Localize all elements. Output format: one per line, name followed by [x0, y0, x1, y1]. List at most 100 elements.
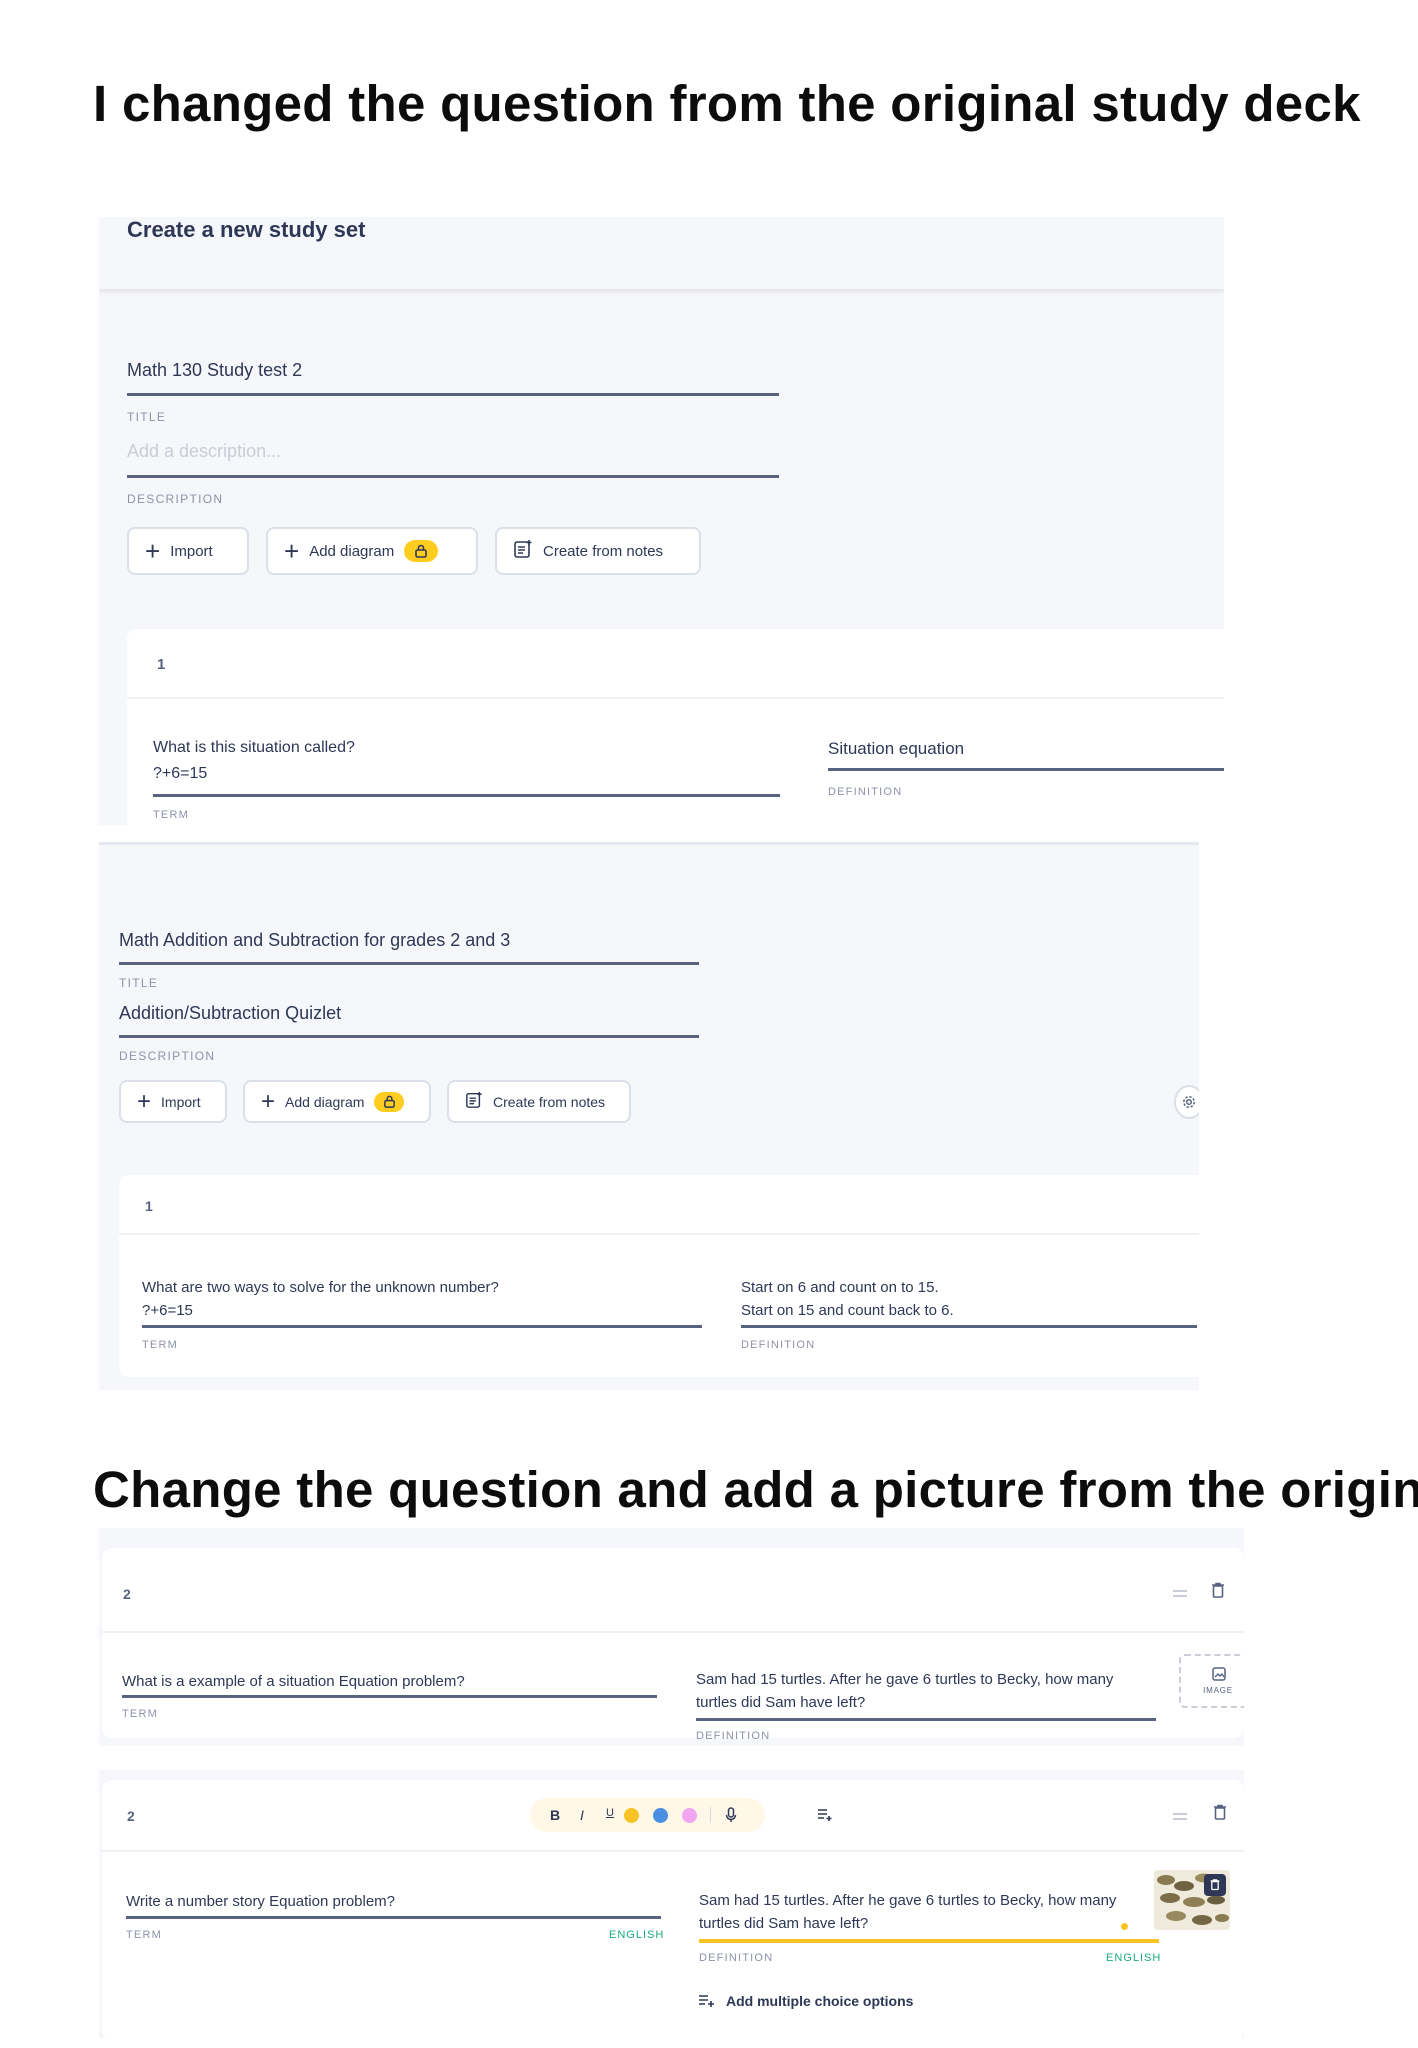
notes-icon — [465, 1091, 483, 1112]
card-divider — [102, 1850, 1244, 1852]
title-input[interactable]: Math 130 Study test 2 — [127, 360, 302, 381]
term-card-1: 1 What are two ways to solve for the unk… — [119, 1175, 1199, 1377]
image-upload-button[interactable]: IMAGE — [1179, 1654, 1244, 1708]
trash-icon[interactable] — [1211, 1582, 1225, 1603]
add-list-icon — [699, 1995, 714, 2007]
title-input[interactable]: Math Addition and Subtraction for grades… — [119, 930, 510, 951]
drag-handle-icon[interactable] — [1173, 1813, 1187, 1815]
create-set-header: Create a new study set — [99, 217, 1224, 289]
term-label: TERM — [126, 1929, 162, 1941]
description-label: DESCRIPTION — [119, 1049, 216, 1063]
image-icon — [1212, 1667, 1226, 1681]
underline-button[interactable]: U — [606, 1807, 614, 1819]
definition-line-1[interactable]: Sam had 15 turtles. After he gave 6 turt… — [696, 1671, 1113, 1688]
gear-icon — [1183, 1096, 1195, 1108]
screenshot-card-2-original: 2 What is a example of a situation Equat… — [99, 1528, 1244, 1746]
definition-line-2[interactable]: turtles did Sam have left? — [699, 1915, 868, 1932]
definition-underline-active — [699, 1939, 1159, 1943]
lock-icon — [404, 540, 439, 562]
definition-label: DEFINITION — [828, 786, 903, 798]
list-options-icon[interactable] — [817, 1808, 833, 1822]
card-number: 1 — [145, 1198, 153, 1214]
plus-icon: + — [137, 1087, 152, 1115]
formatting-toolbar: B I U — [530, 1798, 765, 1832]
definition-text[interactable]: Situation equation — [828, 739, 964, 759]
heading-add-picture: Change the question and add a picture fr… — [93, 1461, 1418, 1518]
turtles-image[interactable] — [1154, 1870, 1230, 1930]
plus-icon: + — [284, 536, 300, 566]
add-multiple-choice-label: Add multiple choice options — [726, 1993, 914, 2009]
definition-label: DEFINITION — [741, 1339, 816, 1351]
trash-icon — [1210, 1879, 1220, 1891]
term-label: TERM — [122, 1708, 158, 1720]
image-label: IMAGE — [1203, 1686, 1233, 1695]
definition-label: DEFINITION — [696, 1730, 771, 1742]
add-diagram-label: Add diagram — [309, 542, 395, 560]
screenshot-modified-set: Math Addition and Subtraction for grades… — [99, 842, 1199, 1390]
create-from-notes-label: Create from notes — [543, 542, 664, 560]
title-underline — [127, 393, 779, 396]
highlight-yellow-swatch[interactable] — [624, 1808, 639, 1823]
definition-underline — [696, 1718, 1156, 1721]
trash-icon[interactable] — [1213, 1804, 1227, 1825]
import-button[interactable]: + Import — [127, 527, 249, 575]
term-underline — [153, 794, 780, 797]
card-number: 1 — [157, 656, 166, 673]
toolbar-separator — [710, 1807, 711, 1823]
definition-label: DEFINITION — [699, 1952, 774, 1964]
screenshot-original-set: Create a new study set Math 130 Study te… — [99, 217, 1224, 825]
term-language-select[interactable]: ENGLISH — [609, 1929, 664, 1941]
description-input[interactable]: Add a description... — [127, 441, 281, 462]
lock-icon — [374, 1091, 405, 1112]
bold-button[interactable]: B — [550, 1807, 560, 1823]
term-underline — [122, 1695, 657, 1698]
create-from-notes-button[interactable]: Create from notes — [447, 1080, 631, 1123]
definition-language-select[interactable]: ENGLISH — [1106, 1952, 1161, 1964]
settings-button[interactable] — [1174, 1085, 1199, 1119]
title-label: TITLE — [127, 410, 167, 424]
italic-button[interactable]: I — [580, 1807, 584, 1823]
cursor-dot — [1121, 1923, 1128, 1930]
card-divider — [102, 1631, 1244, 1633]
term-text[interactable]: What is a example of a situation Equatio… — [122, 1673, 465, 1690]
microphone-icon[interactable] — [725, 1807, 737, 1823]
definition-underline — [828, 768, 1224, 771]
title-underline — [119, 962, 699, 965]
description-underline — [127, 475, 779, 478]
add-diagram-label: Add diagram — [285, 1093, 365, 1110]
plus-icon: + — [145, 536, 161, 566]
card-number: 2 — [123, 1586, 131, 1602]
import-button[interactable]: + Import — [119, 1080, 227, 1123]
add-diagram-button[interactable]: + Add diagram — [243, 1080, 431, 1123]
highlight-pink-swatch[interactable] — [682, 1808, 697, 1823]
term-line-2[interactable]: ?+6=15 — [153, 765, 207, 783]
term-line-1[interactable]: What is this situation called? — [153, 739, 355, 757]
create-from-notes-button[interactable]: Create from notes — [495, 527, 701, 575]
delete-image-button[interactable] — [1204, 1874, 1226, 1896]
definition-line-2[interactable]: Start on 15 and count back to 6. — [741, 1302, 954, 1319]
card-number: 2 — [127, 1808, 135, 1824]
drag-handle-icon[interactable] — [1173, 1590, 1187, 1592]
description-label: DESCRIPTION — [127, 492, 224, 506]
notes-icon — [513, 539, 533, 563]
term-card-2: 2 B I U Write a number story Equation pr… — [102, 1780, 1244, 2038]
highlight-blue-swatch[interactable] — [653, 1808, 668, 1823]
term-card-2: 2 What is a example of a situation Equat… — [102, 1548, 1244, 1742]
card-divider — [127, 697, 1224, 699]
add-multiple-choice-button[interactable]: Add multiple choice options — [698, 1993, 913, 2009]
definition-line-1[interactable]: Start on 6 and count on to 15. — [741, 1279, 939, 1296]
term-line-2[interactable]: ?+6=15 — [142, 1302, 193, 1319]
term-line-1[interactable]: What are two ways to solve for the unkno… — [142, 1279, 499, 1296]
title-label: TITLE — [119, 976, 159, 990]
term-underline — [126, 1916, 661, 1919]
create-from-notes-label: Create from notes — [493, 1093, 606, 1110]
definition-line-1[interactable]: Sam had 15 turtles. After he gave 6 turt… — [699, 1892, 1116, 1909]
heading-changed-question: I changed the question from the original… — [93, 75, 1361, 132]
term-underline — [142, 1325, 702, 1328]
term-text[interactable]: Write a number story Equation problem? — [126, 1893, 395, 1910]
description-input[interactable]: Addition/Subtraction Quizlet — [119, 1003, 341, 1024]
definition-line-2[interactable]: turtles did Sam have left? — [696, 1694, 865, 1711]
add-diagram-button[interactable]: + Add diagram — [266, 527, 478, 575]
definition-underline — [741, 1325, 1197, 1328]
card-divider — [119, 1233, 1199, 1235]
